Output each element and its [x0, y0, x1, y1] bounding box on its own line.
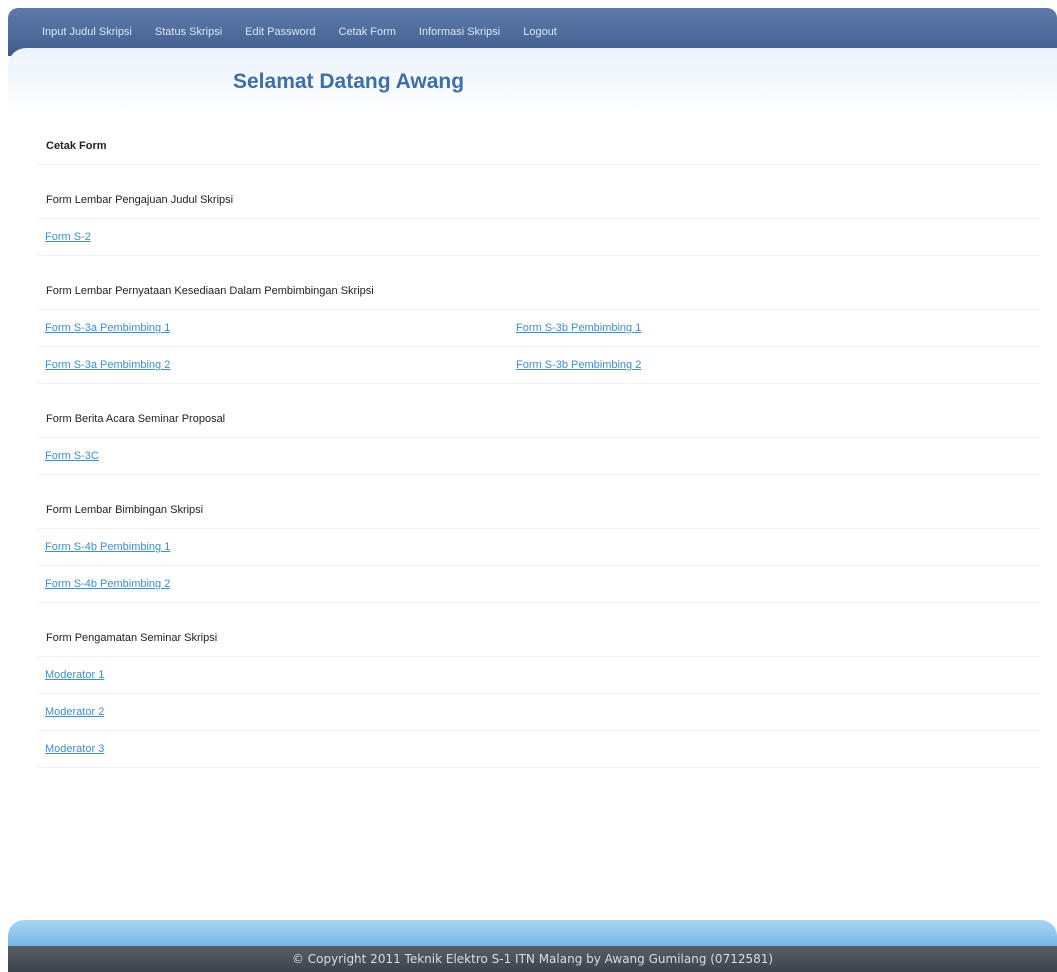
- nav-item-input-judul-skripsi[interactable]: Input Judul Skripsi: [42, 26, 132, 38]
- link-row: Form S-3C: [36, 438, 1040, 475]
- section-title-pernyataan-kesediaan: Form Lembar Pernyataan Kesediaan Dalam P…: [36, 273, 1040, 310]
- link-form-s3b-pembimbing-2[interactable]: Form S-3b Pembimbing 2: [516, 359, 641, 371]
- section-title-pengajuan-judul: Form Lembar Pengajuan Judul Skripsi: [36, 182, 1040, 219]
- footer-copyright: © Copyright 2011 Teknik Elektro S-1 ITN …: [291, 952, 774, 966]
- link-form-s4b-pembimbing-1[interactable]: Form S-4b Pembimbing 1: [36, 541, 170, 553]
- link-row: Form S-2: [36, 219, 1040, 256]
- welcome-heading: Selamat Datang Awang: [233, 70, 465, 93]
- nav-item-cetak-form[interactable]: Cetak Form: [338, 26, 395, 38]
- link-moderator-3[interactable]: Moderator 3: [36, 743, 104, 755]
- link-moderator-2[interactable]: Moderator 2: [36, 706, 104, 718]
- link-form-s3a-pembimbing-1[interactable]: Form S-3a Pembimbing 1: [36, 322, 170, 334]
- link-row: Form S-4b Pembimbing 2: [36, 566, 1040, 603]
- page-title: Cetak Form: [36, 128, 1040, 165]
- link-form-s3c[interactable]: Form S-3C: [36, 450, 99, 462]
- nav-item-edit-password[interactable]: Edit Password: [245, 26, 315, 38]
- main-content: Cetak Form Form Lembar Pengajuan Judul S…: [36, 128, 1040, 768]
- link-row: Moderator 2: [36, 694, 1040, 731]
- header-band: [8, 48, 1057, 118]
- link-row: Moderator 1: [36, 657, 1040, 694]
- section-title-pengamatan-seminar: Form Pengamatan Seminar Skripsi: [36, 620, 1040, 657]
- link-form-s4b-pembimbing-2[interactable]: Form S-4b Pembimbing 2: [36, 578, 170, 590]
- footer-bar: © Copyright 2011 Teknik Elektro S-1 ITN …: [8, 946, 1057, 972]
- link-row: Form S-3a Pembimbing 2 Form S-3b Pembimb…: [36, 347, 1040, 384]
- link-form-s3b-pembimbing-1[interactable]: Form S-3b Pembimbing 1: [516, 322, 641, 334]
- link-moderator-1[interactable]: Moderator 1: [36, 669, 104, 681]
- nav-item-logout[interactable]: Logout: [523, 26, 557, 38]
- link-row: Form S-4b Pembimbing 1: [36, 529, 1040, 566]
- link-row: Form S-3a Pembimbing 1 Form S-3b Pembimb…: [36, 310, 1040, 347]
- nav-item-status-skripsi[interactable]: Status Skripsi: [155, 26, 222, 38]
- section-title-bimbingan-skripsi: Form Lembar Bimbingan Skripsi: [36, 492, 1040, 529]
- link-row: Moderator 3: [36, 731, 1040, 768]
- link-form-s3a-pembimbing-2[interactable]: Form S-3a Pembimbing 2: [36, 359, 170, 371]
- nav-item-informasi-skripsi[interactable]: Informasi Skripsi: [419, 26, 500, 38]
- section-title-berita-acara: Form Berita Acara Seminar Proposal: [36, 401, 1040, 438]
- link-form-s2[interactable]: Form S-2: [36, 231, 91, 243]
